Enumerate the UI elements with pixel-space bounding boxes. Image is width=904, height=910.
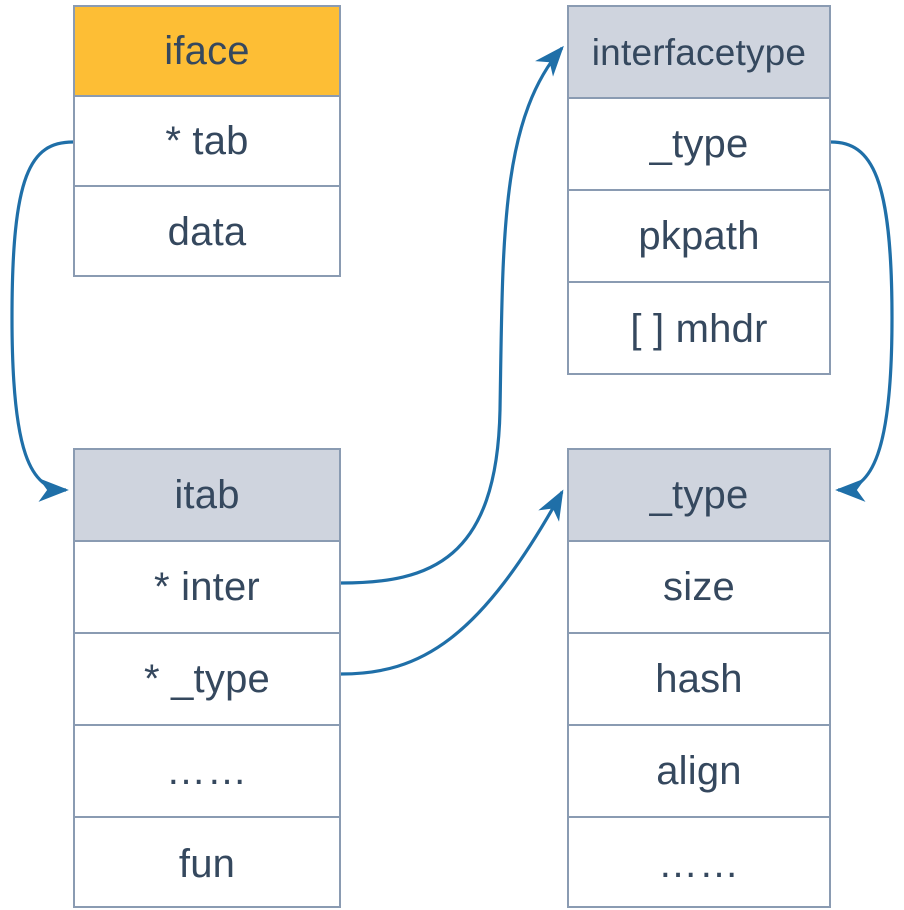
struct-field-type-hash: hash <box>569 634 829 726</box>
struct-field-interfacetype-pkpath: pkpath <box>569 191 829 283</box>
struct-field-interfacetype-mhdr: [ ] mhdr <box>630 307 768 351</box>
struct-field-iface-tab: * tab <box>75 97 339 187</box>
struct-field-type-size: size <box>569 542 829 634</box>
connector-tab-to-itab <box>10 140 74 502</box>
diagram-canvas: iface * tab data interfacetype _type pkp… <box>0 0 904 908</box>
struct-field-interfacetype-type: _type <box>569 99 829 191</box>
struct-field-iface-data: data <box>167 210 247 254</box>
struct-box-interfacetype[interactable]: interfacetype _type pkpath [ ] mhdr <box>567 5 831 375</box>
struct-field-itab-inter: * inter <box>75 542 339 634</box>
struct-header-interfacetype: interfacetype <box>569 7 829 99</box>
struct-header-type: _type <box>569 450 829 542</box>
struct-field-itab-type: * _type <box>75 634 339 726</box>
struct-header-itab: itab <box>75 450 339 542</box>
struct-field-type-align: align <box>569 726 829 818</box>
connector-itabtype-to-type <box>340 489 564 676</box>
connector-ifacetype-to-type <box>830 140 894 502</box>
connector-inter-to-interfacetype <box>340 45 564 585</box>
struct-box-itab[interactable]: itab * inter * _type …… fun <box>73 448 341 908</box>
struct-field-itab-fun: fun <box>178 842 236 886</box>
struct-header-iface: iface <box>75 7 339 97</box>
struct-box-type[interactable]: _type size hash align …… <box>567 448 831 908</box>
struct-box-iface[interactable]: iface * tab data <box>73 5 341 277</box>
struct-field-itab-ellipsis: …… <box>75 726 339 818</box>
struct-field-type-ellipsis: …… <box>658 842 740 886</box>
